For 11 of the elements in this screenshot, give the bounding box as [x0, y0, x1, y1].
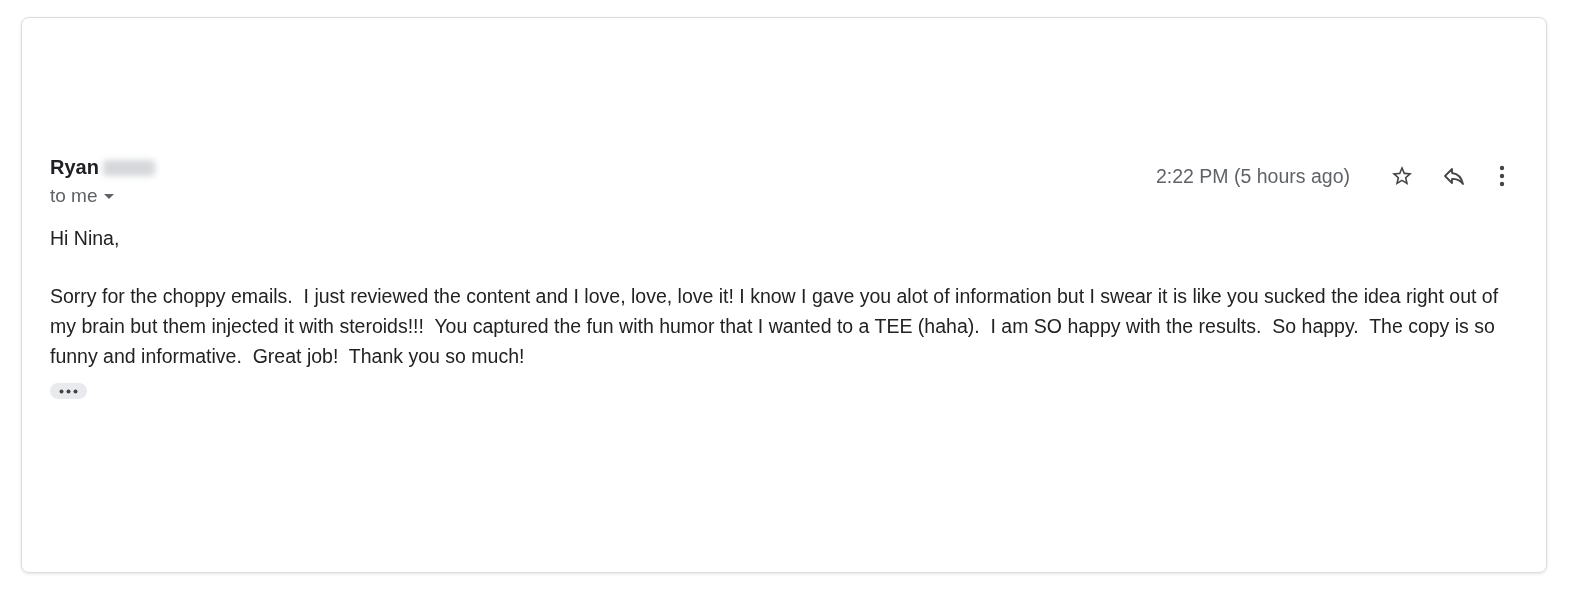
more-vertical-icon: [1499, 165, 1505, 187]
show-trimmed-content-button[interactable]: [50, 383, 87, 399]
dots-icon: [59, 388, 78, 394]
message-time: 2:22 PM (5 hours ago): [1155, 164, 1350, 188]
recipients-toggle[interactable]: to me: [50, 185, 155, 207]
sender-name: Ryan: [50, 156, 99, 179]
message-body: Sorry for the choppy emails. I just reviewed the content and I love, love, love it! I know I gave you alot of information but I swear it is like you sucked the idea right out of my brain but them injected it with steroids!!! You captured the fun with humor that I wanted to a TEE (haha). I am SO happy with the results. So happy. The copy is so funny and informative. Great job! Thank you so much!: [50, 284, 1500, 369]
greeting-text: Hi Nina,: [50, 226, 121, 251]
caret-icon: [103, 193, 114, 199]
blurred-surname: [102, 159, 155, 176]
star-icon: [1390, 164, 1414, 188]
